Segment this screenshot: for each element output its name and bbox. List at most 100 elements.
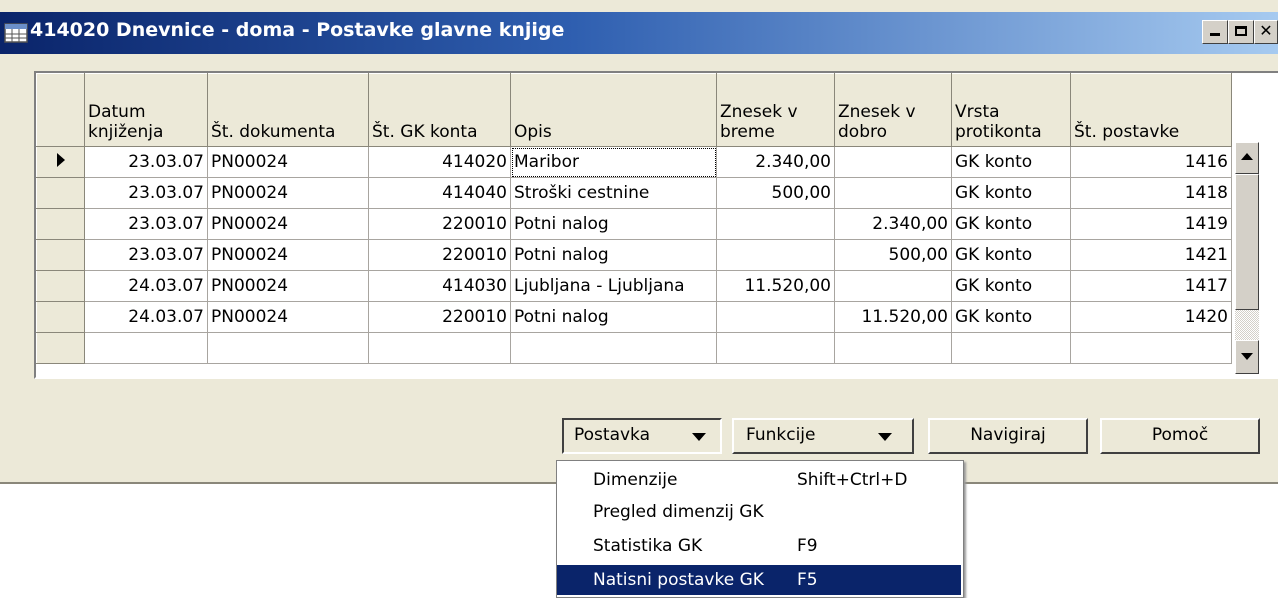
cell-date[interactable]: 23.03.07 <box>84 146 208 178</box>
cell-balance-type[interactable]: GK konto <box>951 177 1071 209</box>
funkcije-menu-button[interactable]: Funkcije <box>732 418 914 454</box>
col-header-document[interactable]: Št. dokumenta <box>207 73 369 147</box>
cell-description[interactable]: Potni nalog <box>510 239 717 271</box>
cell-entry-no[interactable]: 1417 <box>1070 270 1232 302</box>
table-row[interactable]: 23.03.07 PN00024 220010 Potni nalog 500,… <box>36 239 1232 271</box>
navigiraj-button[interactable]: Navigiraj <box>928 418 1088 454</box>
cell-account[interactable]: 414030 <box>368 270 511 302</box>
cell-empty[interactable] <box>368 332 511 364</box>
cell-empty[interactable] <box>716 332 835 364</box>
cell-date[interactable]: 23.03.07 <box>84 208 208 240</box>
table-row[interactable]: 23.03.07 PN00024 414040 Stroški cestnine… <box>36 177 1232 209</box>
row-selector[interactable] <box>36 332 85 364</box>
entries-grid: Datum knjiženja Št. dokumenta Št. GK kon… <box>34 71 1278 379</box>
cell-document[interactable]: PN00024 <box>207 270 369 302</box>
row-selector[interactable] <box>36 177 85 209</box>
table-row[interactable]: 23.03.07 PN00024 414020 Maribor 2.340,00… <box>36 146 1232 178</box>
cell-account[interactable]: 220010 <box>368 208 511 240</box>
cell-description[interactable]: Ljubljana - Ljubljana <box>510 270 717 302</box>
cell-description[interactable]: Stroški cestnine <box>510 177 717 209</box>
cell-entry-no[interactable]: 1421 <box>1070 239 1232 271</box>
cell-balance-type[interactable]: GK konto <box>951 239 1071 271</box>
scroll-track[interactable] <box>1235 310 1259 340</box>
menu-item-label: Pregled dimenzij GK <box>593 502 764 522</box>
cell-debit[interactable]: 11.520,00 <box>716 270 835 302</box>
cell-credit[interactable] <box>834 177 952 209</box>
table-row-empty[interactable] <box>36 332 1232 364</box>
help-button[interactable]: Pomoč <box>1100 418 1260 454</box>
postavka-label: Postavka <box>574 425 651 445</box>
cell-entry-no[interactable]: 1419 <box>1070 208 1232 240</box>
cell-balance-type[interactable]: GK konto <box>951 301 1071 333</box>
cell-document[interactable]: PN00024 <box>207 239 369 271</box>
table-icon <box>4 23 28 43</box>
menu-item-print-entries[interactable]: Natisni postavke GK F5 <box>557 565 961 595</box>
cell-credit[interactable] <box>834 270 952 302</box>
col-header-date[interactable]: Datum knjiženja <box>84 73 208 147</box>
cell-empty[interactable] <box>84 332 208 364</box>
col-header-balance-type[interactable]: Vrsta protikonta <box>951 73 1071 147</box>
cell-description[interactable]: Potni nalog <box>510 301 717 333</box>
cell-credit[interactable]: 500,00 <box>834 239 952 271</box>
row-selector[interactable] <box>36 146 85 178</box>
col-header-credit[interactable]: Znesek v dobro <box>834 73 952 147</box>
cell-debit[interactable]: 500,00 <box>716 177 835 209</box>
cell-credit[interactable]: 11.520,00 <box>834 301 952 333</box>
postavka-menu-button[interactable]: Postavka <box>562 418 722 454</box>
cell-credit[interactable]: 2.340,00 <box>834 208 952 240</box>
cell-empty[interactable] <box>834 332 952 364</box>
cell-account[interactable]: 414040 <box>368 177 511 209</box>
cell-account[interactable]: 220010 <box>368 301 511 333</box>
cell-account[interactable]: 220010 <box>368 239 511 271</box>
cell-document[interactable]: PN00024 <box>207 301 369 333</box>
row-selector[interactable] <box>36 301 85 333</box>
menu-item-label: Statistika GK <box>593 536 703 556</box>
close-button[interactable]: ✕ <box>1254 20 1278 44</box>
cell-date[interactable]: 23.03.07 <box>84 239 208 271</box>
cell-document[interactable]: PN00024 <box>207 177 369 209</box>
cell-empty[interactable] <box>951 332 1071 364</box>
cell-entry-no[interactable]: 1416 <box>1070 146 1232 178</box>
cell-debit[interactable] <box>716 208 835 240</box>
cell-credit[interactable] <box>834 146 952 178</box>
scroll-up-button[interactable] <box>1235 142 1259 174</box>
cell-debit[interactable]: 2.340,00 <box>716 146 835 178</box>
menu-item-statistics[interactable]: Statistika GK F9 <box>557 531 961 561</box>
cell-document[interactable]: PN00024 <box>207 208 369 240</box>
cell-balance-type[interactable]: GK konto <box>951 208 1071 240</box>
cell-empty[interactable] <box>1070 332 1232 364</box>
table-row[interactable]: 24.03.07 PN00024 414030 Ljubljana - Ljub… <box>36 270 1232 302</box>
menu-item-dimensions[interactable]: Dimenzije Shift+Ctrl+D <box>557 465 961 495</box>
cell-document[interactable]: PN00024 <box>207 146 369 178</box>
row-selector[interactable] <box>36 270 85 302</box>
row-selector[interactable] <box>36 239 85 271</box>
title-bar[interactable]: 414020 Dnevnice - doma - Postavke glavne… <box>0 12 1278 54</box>
cell-debit[interactable] <box>716 301 835 333</box>
minimize-button[interactable] <box>1202 20 1228 44</box>
menu-item-dimension-overview[interactable]: Pregled dimenzij GK <box>557 497 961 527</box>
col-header-debit[interactable]: Znesek v breme <box>716 73 835 147</box>
cell-description[interactable]: Potni nalog <box>510 208 717 240</box>
cell-balance-type[interactable]: GK konto <box>951 270 1071 302</box>
cell-empty[interactable] <box>207 332 369 364</box>
table-row[interactable]: 24.03.07 PN00024 220010 Potni nalog 11.5… <box>36 301 1232 333</box>
cell-balance-type[interactable]: GK konto <box>951 146 1071 178</box>
col-header-account[interactable]: Št. GK konta <box>368 73 511 147</box>
cell-entry-no[interactable]: 1418 <box>1070 177 1232 209</box>
cell-empty[interactable] <box>510 332 717 364</box>
cell-date[interactable]: 23.03.07 <box>84 177 208 209</box>
cell-date[interactable]: 24.03.07 <box>84 270 208 302</box>
cell-entry-no[interactable]: 1420 <box>1070 301 1232 333</box>
col-header-entry-no[interactable]: Št. postavke <box>1070 73 1232 147</box>
scroll-down-button[interactable] <box>1235 340 1259 374</box>
col-header-description[interactable]: Opis <box>510 73 717 147</box>
cell-description[interactable]: Maribor <box>510 146 717 178</box>
scroll-thumb[interactable] <box>1235 174 1259 310</box>
table-row[interactable]: 23.03.07 PN00024 220010 Potni nalog 2.34… <box>36 208 1232 240</box>
row-selector[interactable] <box>36 208 85 240</box>
cell-date[interactable]: 24.03.07 <box>84 301 208 333</box>
maximize-button[interactable] <box>1228 20 1254 44</box>
arrow-down-icon <box>1241 353 1253 360</box>
cell-account[interactable]: 414020 <box>368 146 511 178</box>
cell-debit[interactable] <box>716 239 835 271</box>
